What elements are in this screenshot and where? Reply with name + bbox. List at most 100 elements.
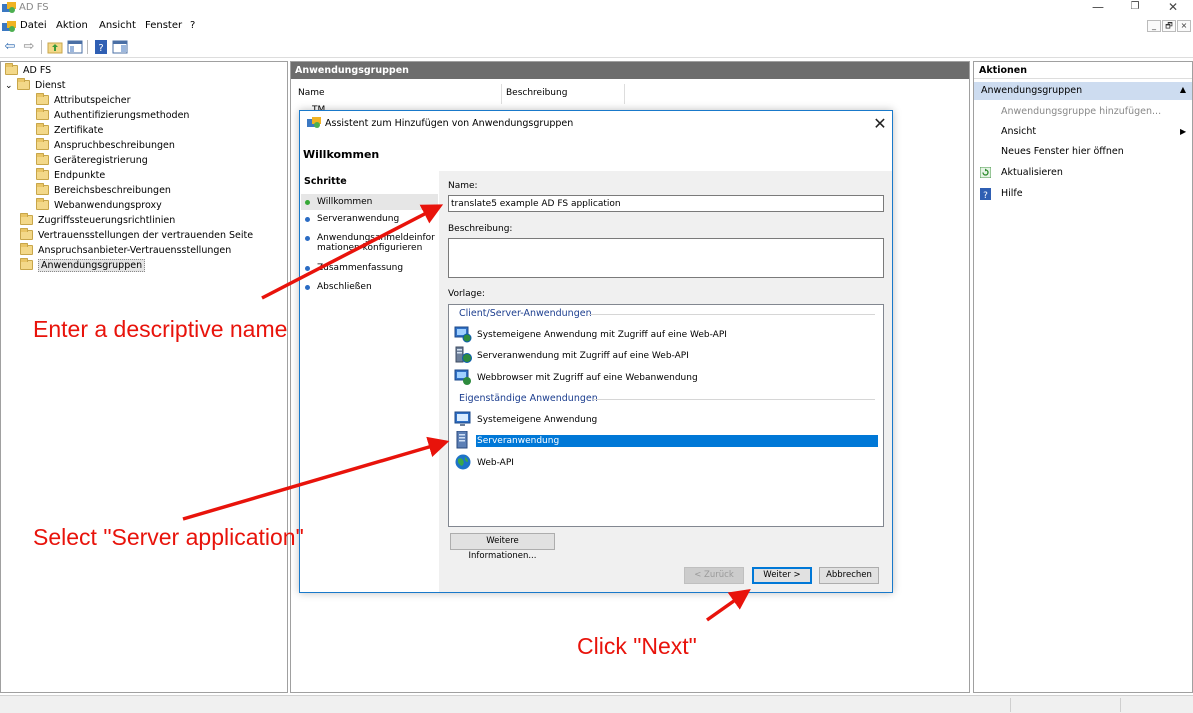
back-arrow-icon[interactable]: ⇦ [2,39,18,55]
annotation-select-hint: Select "Server application" [33,524,304,550]
collapse-arrow-icon[interactable]: ▲ [1180,85,1186,94]
column-header-beschreibung[interactable]: Beschreibung [506,88,567,98]
template-browser-webapp[interactable]: Webbrowser mit Zugriff auf eine Webanwen… [454,369,878,385]
name-input[interactable] [448,195,884,212]
mdi-restore-button[interactable]: 🗗 [1162,20,1176,32]
action-pane-icon[interactable] [112,39,128,55]
help-icon: ? [980,188,991,201]
status-bar [0,695,1193,713]
folder-icon [20,257,33,270]
group-standalone: Eigenständige Anwendungen [459,393,598,404]
folder-icon [36,152,49,165]
folder-icon [36,122,49,135]
folder-icon [36,92,49,105]
native-app-icon [454,410,472,428]
window-title: AD FS [19,2,49,13]
tree-item-anspruchsanbieter[interactable]: Anspruchsanbieter-Vertrauensstellungen [20,242,231,258]
wizard-title: Assistent zum Hinzufügen von Anwendungsg… [325,118,574,129]
folder-icon [20,242,33,255]
web-api-icon [454,453,472,471]
submenu-arrow-icon: ▶ [1180,127,1187,136]
action-ansicht[interactable]: Ansicht [1001,126,1036,137]
menu-help[interactable]: ? [190,20,195,31]
wizard-close-icon[interactable]: ✕ [871,114,889,133]
step-serveranwendung: Serveranwendung [301,214,438,224]
menu-datei[interactable]: Datei [20,20,47,31]
back-button[interactable]: < Zurück [684,567,744,584]
close-button[interactable]: ✕ [1155,0,1191,16]
refresh-icon [979,166,992,179]
template-list[interactable]: Client/Server-Anwendungen Systemeigene A… [448,304,884,527]
more-info-button[interactable]: Weitere Informationen... [450,533,555,561]
up-folder-icon[interactable] [47,39,63,55]
template-native-app-webapi[interactable]: Systemeigene Anwendung mit Zugriff auf e… [454,325,878,343]
description-textarea[interactable] [448,238,884,278]
tree-item-webanwendungsproxy[interactable]: Webanwendungsproxy [36,197,162,213]
tree-item-zertifikate[interactable]: Zertifikate [36,122,103,138]
title-bar: AD FS — ❐ ✕ [0,0,1193,17]
menu-bar: Datei Aktion Ansicht Fenster ? _ 🗗 × [0,18,1193,35]
step-willkommen: Willkommen [301,194,438,210]
step-zusammenfassung: Zusammenfassung [301,263,438,273]
template-web-api[interactable]: Web-API [454,453,878,471]
step-anmeldeinformationen: Anwendungsanmeldeinformationen konfiguri… [301,233,438,253]
show-tree-icon[interactable] [67,39,83,55]
folder-icon [36,197,49,210]
template-server-app[interactable]: Serveranwendung [454,430,878,449]
tree-item-geraeteregistrierung[interactable]: Geräteregistrierung [36,152,148,168]
tree-item-endpunkte[interactable]: Endpunkte [36,167,105,183]
action-aktualisieren[interactable]: Aktualisieren [1001,167,1063,178]
template-native-app[interactable]: Systemeigene Anwendung [454,410,878,428]
tree-item-bereichsbeschreibungen[interactable]: Bereichsbeschreibungen [36,182,171,198]
svg-text:?: ? [983,191,988,200]
console-tree: AD FS ⌄ Dienst Attributspeicher Authentif… [0,61,288,693]
actions-pane: Aktionen Anwendungsgruppen ▲ Anwendungsg… [973,61,1193,693]
server-app-icon [454,430,472,449]
folder-icon [36,107,49,120]
tree-item-authentifizierungsmethoden[interactable]: Authentifizierungsmethoden [36,107,189,123]
menu-aktion[interactable]: Aktion [56,20,88,31]
menu-ansicht[interactable]: Ansicht [99,20,136,31]
toolbar: ⇦ ⇨ ? [0,36,1193,58]
tree-item-zugriffssteuerungsrichtlinien[interactable]: Zugriffssteuerungsrichtlinien [20,212,175,228]
next-button[interactable]: Weiter > [752,567,812,584]
tree-item-vertrauensstellungen[interactable]: Vertrauensstellungen der vertrauenden Se… [20,227,253,243]
restore-button[interactable]: ❐ [1117,0,1153,16]
annotation-name-hint: Enter a descriptive name [33,316,288,342]
expand-chevron-icon[interactable]: ⌄ [5,79,17,94]
column-header-name[interactable]: Name [298,88,325,98]
native-app-webapi-icon [454,325,472,343]
description-label: Beschreibung: [448,224,513,234]
tree-item-anwendungsgruppen[interactable]: Anwendungsgruppen [20,257,146,273]
minimize-button[interactable]: — [1080,0,1116,16]
folder-icon [20,212,33,225]
template-server-app-webapi[interactable]: Serveranwendung mit Zugriff auf eine Web… [454,346,878,363]
actions-section-anwendungsgruppen[interactable]: Anwendungsgruppen ▲ [974,82,1192,100]
tree-item-anspruchbeschreibungen[interactable]: Anspruchbeschreibungen [36,137,175,153]
action-hilfe[interactable]: Hilfe [1001,188,1023,199]
wizard-app-icon [307,117,321,129]
tree-item-attributspeicher[interactable]: Attributspeicher [36,92,131,108]
folder-icon [36,167,49,180]
tree-item-dienst[interactable]: ⌄ Dienst [5,77,66,94]
group-client-server: Client/Server-Anwendungen [459,308,592,319]
forward-arrow-icon[interactable]: ⇨ [21,39,37,55]
folder-icon [17,77,30,90]
action-add-application-group[interactable]: Anwendungsgruppe hinzufügen... [1001,106,1161,117]
center-pane-title: Anwendungsgruppen [291,62,969,79]
console-icon [2,21,16,33]
help-book-icon[interactable]: ? [93,39,109,55]
cancel-button[interactable]: Abbrechen [819,567,879,584]
menu-fenster[interactable]: Fenster [145,20,182,31]
name-label: Name: [448,181,478,191]
svg-text:?: ? [98,43,103,54]
tree-item-adfs[interactable]: AD FS [5,62,51,78]
mdi-minimize-button[interactable]: _ [1147,20,1161,32]
mdi-close-button[interactable]: × [1177,20,1191,32]
action-new-window[interactable]: Neues Fenster hier öffnen [1001,146,1124,157]
wizard-body: Name: Beschreibung: Vorlage: Client/Serv… [439,171,892,592]
folder-icon [36,182,49,195]
wizard-steps: Schritte Willkommen Serveranwendung Anwe… [301,171,438,592]
add-application-group-wizard: Assistent zum Hinzufügen von Anwendungsg… [299,110,893,593]
annotation-next-hint: Click "Next" [577,633,697,659]
